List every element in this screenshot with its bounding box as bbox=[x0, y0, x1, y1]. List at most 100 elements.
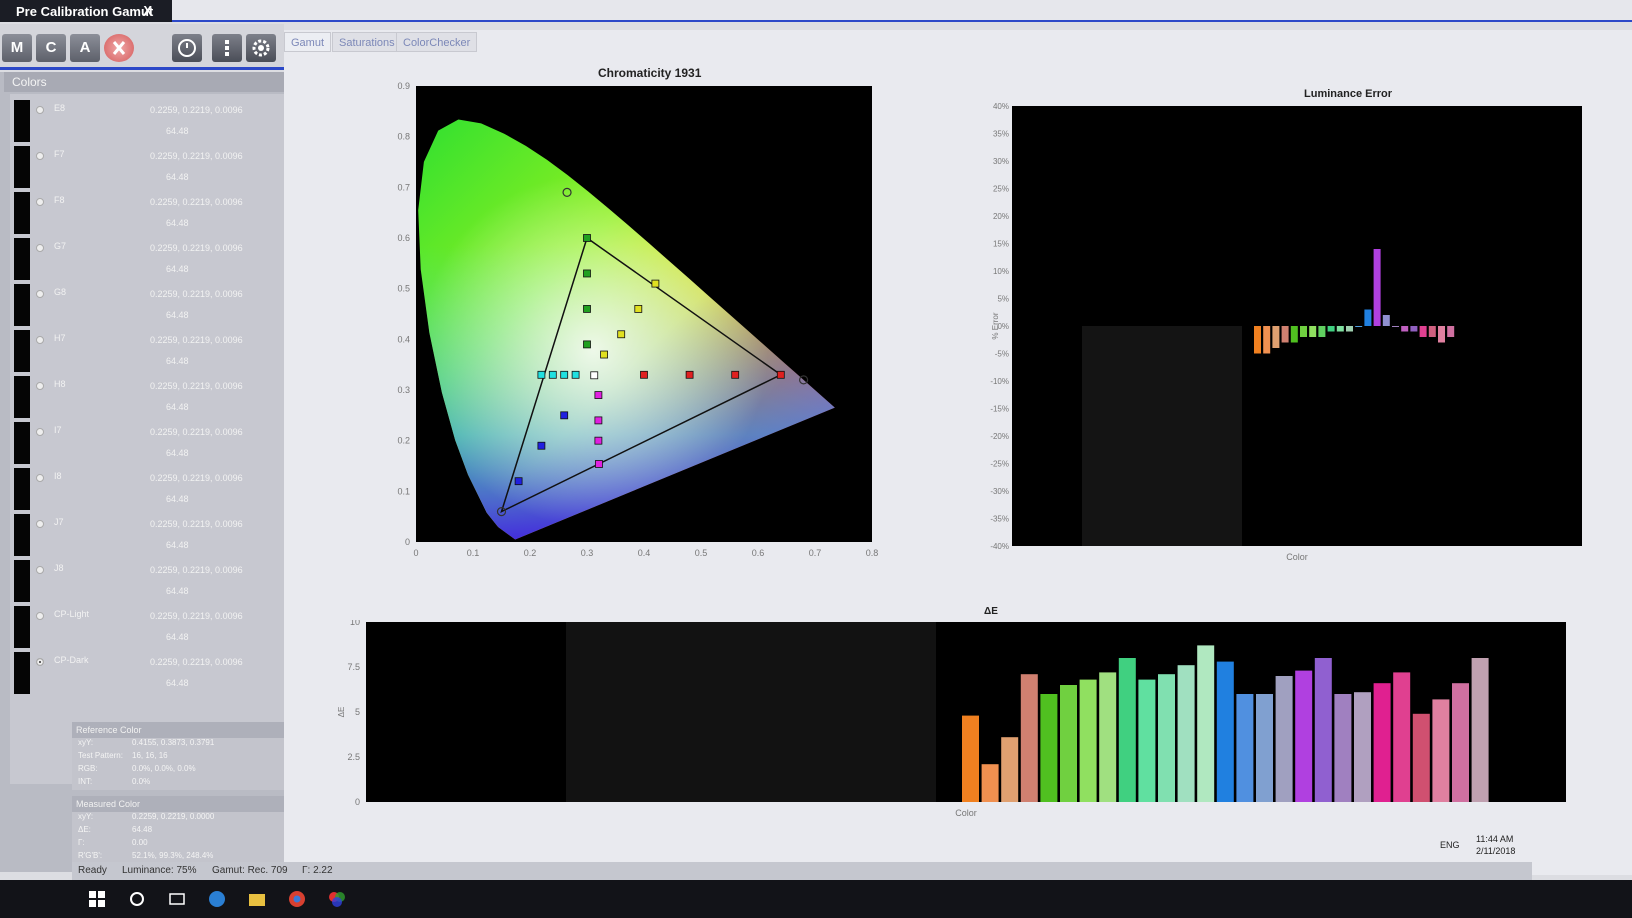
edge-browser-icon[interactable] bbox=[206, 888, 228, 910]
settings-button[interactable] bbox=[246, 34, 276, 62]
delta-e-bar bbox=[1158, 674, 1175, 802]
select-radio[interactable] bbox=[36, 336, 44, 344]
color-xyz: 0.2259, 0.2219, 0.0096 bbox=[150, 243, 243, 253]
info-value: 16, 16, 16 bbox=[132, 751, 168, 760]
color-xyz: 0.2259, 0.2219, 0.0096 bbox=[150, 197, 243, 207]
color-list-item[interactable]: I8 0.2259, 0.2219, 0.0096 64.48 bbox=[10, 466, 298, 512]
color-list-item[interactable]: CP-Dark 0.2259, 0.2219, 0.0096 64.48 bbox=[10, 650, 298, 696]
luminance-error-bar bbox=[1272, 326, 1280, 348]
color-xyz: 0.2259, 0.2219, 0.0096 bbox=[150, 611, 243, 621]
calibrate-button[interactable]: C bbox=[36, 34, 66, 62]
select-radio[interactable] bbox=[36, 198, 44, 206]
color-list-item[interactable]: J7 0.2259, 0.2219, 0.0096 64.48 bbox=[10, 512, 298, 558]
color-name: CP-Light bbox=[54, 609, 90, 619]
select-radio[interactable] bbox=[36, 520, 44, 528]
select-radio[interactable] bbox=[36, 658, 44, 666]
color-swatch bbox=[14, 284, 30, 326]
windows-start-icon[interactable] bbox=[86, 888, 108, 910]
color-list-item[interactable]: J8 0.2259, 0.2219, 0.0096 64.48 bbox=[10, 558, 298, 604]
gear-icon bbox=[252, 39, 270, 57]
y-tick-label: 0.5 bbox=[397, 284, 410, 294]
colors-header: Colors bbox=[4, 72, 294, 92]
calibration-app-icon[interactable] bbox=[326, 888, 348, 910]
luminance-error-bar bbox=[1318, 326, 1326, 337]
tray-language[interactable]: ENG bbox=[1440, 840, 1460, 850]
task-view-icon[interactable] bbox=[166, 888, 188, 910]
select-radio[interactable] bbox=[36, 106, 44, 114]
luminance-error-bar bbox=[1438, 326, 1445, 343]
select-radio[interactable] bbox=[36, 428, 44, 436]
select-radio[interactable] bbox=[36, 612, 44, 620]
color-list-item[interactable]: F8 0.2259, 0.2219, 0.0096 64.48 bbox=[10, 190, 298, 236]
chrome-icon[interactable] bbox=[286, 888, 308, 910]
delta-e-bar bbox=[1452, 683, 1469, 802]
info-value: 0.0% bbox=[132, 777, 151, 786]
saturation-point bbox=[583, 234, 591, 242]
color-list-item[interactable]: E8 0.2259, 0.2219, 0.0096 64.48 bbox=[10, 98, 298, 144]
luminance-error-bar bbox=[1309, 326, 1317, 337]
delta-e-bar bbox=[1040, 694, 1058, 802]
color-list-item[interactable]: H8 0.2259, 0.2219, 0.0096 64.48 bbox=[10, 374, 298, 420]
search-icon[interactable] bbox=[126, 888, 148, 910]
x-tick-label: 0.7 bbox=[809, 548, 822, 558]
window-titlebar: Pre Calibration Gamut X bbox=[0, 0, 1632, 22]
select-radio[interactable] bbox=[36, 382, 44, 390]
color-swatch bbox=[14, 560, 30, 602]
tab-colorchecker[interactable]: ColorChecker bbox=[396, 32, 478, 52]
color-list-item[interactable]: G7 0.2259, 0.2219, 0.0096 64.48 bbox=[10, 236, 298, 282]
select-radio[interactable] bbox=[36, 244, 44, 252]
color-name: G7 bbox=[54, 241, 67, 251]
close-icon[interactable]: X bbox=[143, 3, 152, 18]
color-xyz: 0.2259, 0.2219, 0.0096 bbox=[150, 105, 243, 115]
luminance-error-bar bbox=[1428, 326, 1436, 337]
tray-time[interactable]: 11:44 AM bbox=[1476, 834, 1513, 844]
y-tick-label: 2.5 bbox=[347, 752, 360, 762]
screen: Pre Calibration Gamut X M C A Colors E8 0… bbox=[0, 0, 1632, 918]
color-luminance: 64.48 bbox=[166, 632, 189, 642]
color-luminance: 64.48 bbox=[166, 494, 189, 504]
delta-e-bar bbox=[1373, 683, 1391, 802]
saturation-point bbox=[514, 477, 523, 486]
color-list[interactable]: E8 0.2259, 0.2219, 0.0096 64.48 F7 0.2259, 0… bbox=[10, 94, 298, 784]
info-value: 0.4155, 0.3873, 0.3791 bbox=[132, 738, 215, 747]
delta-e-bar bbox=[981, 764, 999, 802]
select-radio[interactable] bbox=[36, 566, 44, 574]
luminance-error-bar bbox=[1281, 326, 1289, 343]
y-tick-label: 0 bbox=[355, 797, 360, 807]
x-tick-label: 0.2 bbox=[524, 548, 537, 558]
color-list-item[interactable]: F7 0.2259, 0.2219, 0.0096 64.48 bbox=[10, 144, 298, 190]
tray-date[interactable]: 2/11/2018 bbox=[1476, 846, 1515, 856]
delta-e-bar bbox=[1118, 658, 1136, 802]
saturation-point bbox=[731, 370, 740, 379]
delta-e-bar bbox=[1177, 665, 1195, 802]
timer-button[interactable] bbox=[172, 34, 202, 62]
y-tick-label: 7.5 bbox=[347, 662, 360, 672]
select-radio[interactable] bbox=[36, 152, 44, 160]
info-key: Test Pattern: bbox=[78, 751, 123, 760]
color-list-item[interactable]: CP-Light 0.2259, 0.2219, 0.0096 64.48 bbox=[10, 604, 298, 650]
tab-gamut[interactable]: Gamut bbox=[284, 32, 332, 52]
color-luminance: 64.48 bbox=[166, 126, 189, 136]
plot-shade bbox=[566, 622, 936, 802]
color-list-item[interactable]: G8 0.2259, 0.2219, 0.0096 64.48 bbox=[10, 282, 298, 328]
measure-button[interactable]: M bbox=[2, 34, 32, 62]
luminance-error-title: Luminance Error bbox=[1304, 88, 1393, 100]
tab-saturations[interactable]: Saturations bbox=[332, 32, 402, 52]
select-radio[interactable] bbox=[36, 474, 44, 482]
color-list-item[interactable]: H7 0.2259, 0.2219, 0.0096 64.48 bbox=[10, 328, 298, 374]
analyze-button[interactable]: A bbox=[70, 34, 100, 62]
select-radio[interactable] bbox=[36, 290, 44, 298]
saturation-point bbox=[640, 370, 648, 379]
file-explorer-icon[interactable] bbox=[246, 888, 268, 910]
color-swatch bbox=[14, 238, 30, 280]
delta-e-bar bbox=[962, 715, 979, 802]
y-tick-label: 35% bbox=[993, 130, 1009, 139]
x-tick-label: 0.4 bbox=[638, 548, 651, 558]
color-list-item[interactable]: I7 0.2259, 0.2219, 0.0096 64.48 bbox=[10, 420, 298, 466]
window-title: Pre Calibration Gamut bbox=[16, 4, 154, 19]
color-name: F7 bbox=[54, 149, 65, 159]
document-tab[interactable]: Pre Calibration Gamut X bbox=[0, 0, 172, 22]
color-luminance: 64.48 bbox=[166, 172, 189, 182]
stop-button[interactable] bbox=[104, 34, 134, 62]
options-button[interactable] bbox=[212, 34, 242, 62]
